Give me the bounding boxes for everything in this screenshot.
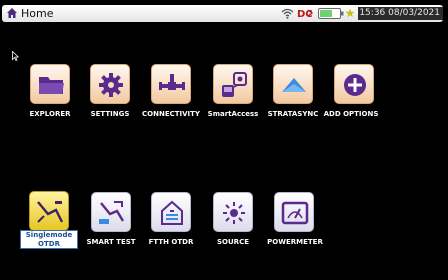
singlemode-otdr-label: Singlemode OTDR: [21, 231, 77, 248]
smart-test-button[interactable]: [91, 192, 131, 232]
source-icon: [223, 202, 245, 224]
stratasync-icon: [282, 78, 306, 92]
battery-icon: [318, 8, 344, 19]
smart-test-icon: [99, 201, 125, 224]
folder-icon: [39, 77, 64, 94]
wifi-icon: [281, 8, 294, 19]
clock: 15:36 08/03/2021: [358, 7, 443, 20]
settings-button[interactable]: [90, 64, 130, 104]
add-options-label: ADD OPTIONS: [323, 110, 379, 118]
otdr-icon: [37, 201, 64, 223]
stratasync-button[interactable]: [273, 64, 313, 104]
ftth-otdr-icon: [161, 200, 183, 225]
powermeter-label: POWERMETER: [267, 238, 323, 246]
source-label: SOURCE: [217, 238, 249, 246]
label-line2: OTDR: [38, 239, 60, 248]
smartaccess-button[interactable]: [213, 64, 253, 104]
stratasync-label: STRATASYNC: [267, 110, 319, 118]
connectivity-icon: [159, 74, 185, 90]
smart-test-label: SMART TEST: [86, 238, 136, 246]
mouse-cursor-icon: [12, 51, 19, 61]
gear-icon: [99, 73, 123, 97]
add-options-button[interactable]: [334, 64, 374, 104]
ftth-otdr-button[interactable]: [151, 192, 191, 232]
connectivity-label: CONNECTIVITY: [142, 110, 200, 118]
source-button[interactable]: [213, 192, 253, 232]
smartaccess-icon: [222, 72, 247, 97]
star-icon: [345, 8, 355, 18]
settings-label: SETTINGS: [90, 110, 130, 118]
title-bar: Home DC 15:36 08/03/2021: [2, 5, 443, 22]
add-options-icon: [344, 74, 366, 96]
page-title: Home: [21, 7, 54, 20]
explorer-button[interactable]: [30, 64, 70, 104]
label-line1: Singlemode: [25, 231, 73, 239]
smartaccess-label: SmartAccess: [207, 110, 259, 118]
dc-power-icon: DC: [297, 9, 313, 20]
screen: Home DC 15:36 08/03/2021 EXPLORER SETTIN…: [0, 0, 448, 280]
powermeter-icon: [281, 201, 309, 225]
home-icon[interactable]: [6, 7, 18, 19]
connectivity-button[interactable]: [151, 64, 191, 104]
explorer-label: EXPLORER: [29, 110, 71, 118]
singlemode-otdr-label-box: Singlemode OTDR: [20, 230, 78, 249]
powermeter-button[interactable]: [274, 192, 314, 232]
ftth-otdr-label: FTTH OTDR: [148, 238, 194, 246]
singlemode-otdr-button[interactable]: [29, 191, 69, 231]
